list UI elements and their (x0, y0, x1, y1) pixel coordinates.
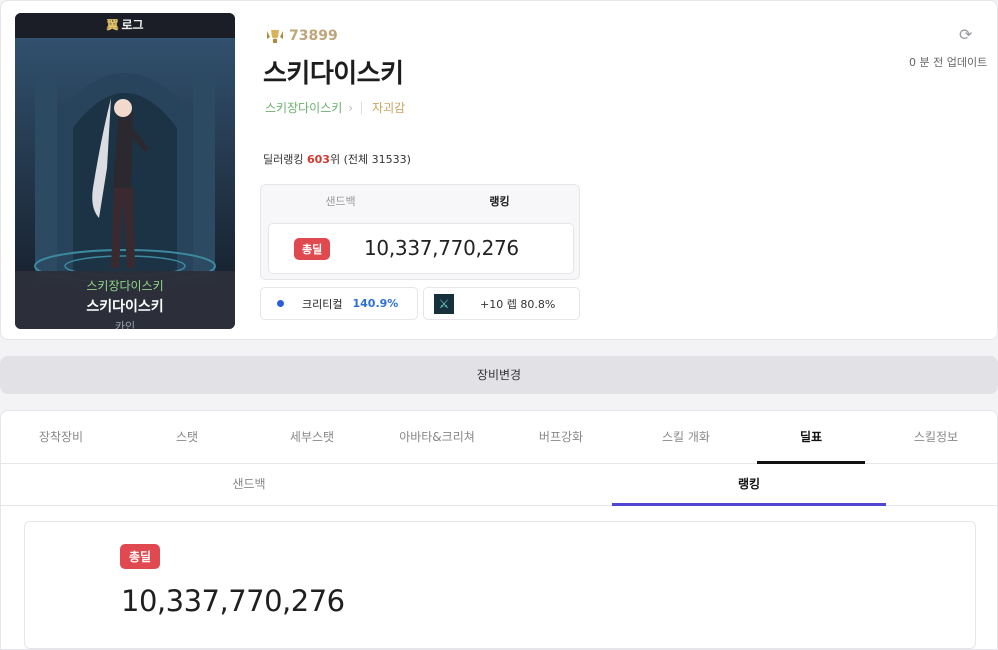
guild-link[interactable]: 스키장다이스키 (265, 99, 342, 116)
tab-stats[interactable]: 스탯 (133, 411, 241, 464)
last-updated-text: 0 분 전 업데이트 (909, 56, 988, 69)
total-damage-value: 10,337,770,276 (364, 236, 519, 260)
sub-tab-bar: 샌드백 랭킹 (1, 464, 997, 506)
fame-value: 73899 (289, 28, 338, 44)
character-server: 카인 (114, 320, 136, 329)
fame-trophy-icon (267, 30, 283, 43)
tab-equipment[interactable]: 장착장비 (7, 411, 115, 464)
result-damage-badge: 총딜 (120, 544, 161, 569)
weapon-text: +10 렙 80.8% (480, 297, 556, 311)
tab-buff-enhance[interactable]: 버프강화 (507, 411, 615, 464)
dealer-ranking: 딜러랭킹 603위 (전체 31533) (263, 151, 411, 167)
character-info-footer: 스키장다이스키 스키다이스키 카인 (15, 271, 235, 329)
character-sub-links: 스키장다이스키 › 자괴감 (265, 99, 405, 116)
character-profile-card: 翼 로그 스키장다이스키 스키다이스키 카인 73899 스키다이스키 스키장다… (0, 0, 998, 340)
total-damage-badge: 총딜 (294, 238, 331, 260)
main-tab-bar: 장착장비 스탯 세부스탯 아바타&크리쳐 버프강화 스킬 개화 딜표 스킬정보 (1, 411, 997, 464)
total-damage-result-card: 총딜 10,337,770,276 (24, 521, 976, 649)
damage-summary-tabs: 샌드백 랭킹 (261, 185, 579, 219)
tab-skill-bloom[interactable]: 스킬 개화 (632, 411, 740, 464)
character-header: 翼 로그 (15, 13, 235, 38)
character-portrait-panel: 翼 로그 스키장다이스키 스키다이스키 카인 (15, 13, 235, 329)
divider (361, 101, 363, 114)
tab-ranking[interactable]: 랭킹 (420, 185, 579, 219)
subtab-sandbag[interactable]: 샌드백 (112, 464, 386, 506)
equipment-change-button[interactable]: 장비변경 (0, 356, 998, 394)
tab-sandbag[interactable]: 샌드백 (261, 185, 420, 219)
character-header-label: 로그 (121, 18, 144, 32)
critical-value: 140.9% (352, 297, 399, 310)
damage-summary-box: 샌드백 랭킹 총딜 10,337,770,276 (260, 184, 580, 280)
critical-dot-icon (277, 300, 284, 307)
wing-icon: 翼 (106, 18, 119, 32)
subtab-ranking[interactable]: 랭킹 (612, 464, 886, 506)
fame-display: 73899 (265, 28, 338, 44)
character-name: 스키다이스키 (86, 299, 164, 315)
tab-avatar-creature[interactable]: 아바타&크리쳐 (383, 411, 491, 464)
chevron-right-icon: › (348, 100, 354, 115)
refresh-icon[interactable]: ⟳ (959, 25, 972, 44)
result-damage-value: 10,337,770,276 (121, 584, 345, 618)
character-guild: 스키장다이스키 (86, 279, 164, 293)
dealer-rank-suffix: 위 (전체 31533) (329, 153, 411, 166)
critical-stat-chip: 크리티컬 140.9% (260, 287, 418, 320)
dealer-rank-number: 603 (306, 153, 330, 166)
tab-damage-table[interactable]: 딜표 (757, 411, 865, 464)
page-title: 스키다이스키 (263, 59, 404, 89)
critical-label: 크리티컬 (302, 297, 343, 311)
tab-skill-info[interactable]: 스킬정보 (882, 411, 990, 464)
details-card: 장착장비 스탯 세부스탯 아바타&크리쳐 버프강화 스킬 개화 딜표 스킬정보 … (0, 410, 998, 650)
weapon-stat-chip: ⚔ +10 렙 80.8% (423, 287, 580, 320)
dealer-rank-prefix: 딜러랭킹 (263, 153, 307, 166)
total-damage-panel: 총딜 10,337,770,276 (268, 223, 574, 274)
weapon-icon: ⚔ (434, 293, 454, 314)
tab-detail-stats[interactable]: 세부스탯 (258, 411, 366, 464)
adventure-link[interactable]: 자괴감 (372, 99, 405, 116)
character-portrait-image (15, 38, 235, 283)
